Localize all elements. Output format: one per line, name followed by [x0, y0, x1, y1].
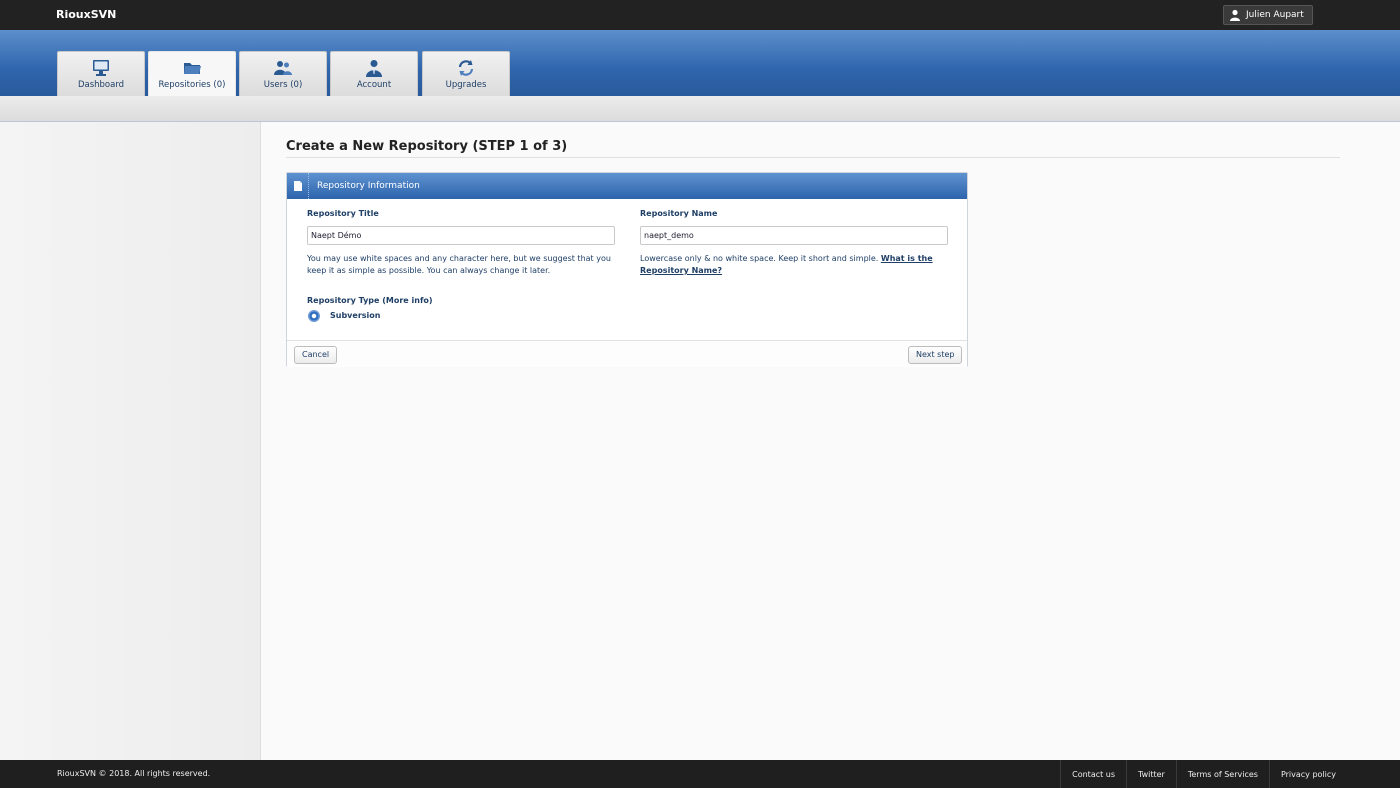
brand-logo[interactable]: RiouxSVN	[56, 8, 116, 21]
copyright: RiouxSVN © 2018. All rights reserved.	[57, 769, 211, 778]
panel-footer: Cancel Next step	[287, 340, 967, 367]
refresh-icon	[458, 60, 474, 76]
footer-link-privacy[interactable]: Privacy policy	[1268, 760, 1347, 788]
tab-label: Upgrades	[445, 80, 487, 90]
subversion-radio[interactable]	[308, 310, 320, 322]
monitor-icon	[93, 60, 109, 76]
repo-type-label[interactable]: Repository Type (More info)	[307, 296, 433, 305]
tab-users[interactable]: Users (0)	[239, 51, 327, 96]
repo-name-input[interactable]: naept_demo	[640, 226, 948, 245]
sidebar	[0, 122, 261, 760]
next-step-button[interactable]: Next step	[908, 346, 963, 364]
title-divider	[286, 157, 1340, 158]
repo-name-label: Repository Name	[640, 209, 718, 218]
footer-links: Contact us Twitter Terms of Services Pri…	[1060, 760, 1347, 788]
account-icon	[366, 60, 382, 77]
tab-dashboard[interactable]: Dashboard	[57, 51, 145, 96]
footer-link-twitter[interactable]: Twitter	[1126, 760, 1176, 788]
tab-label: Users (0)	[263, 80, 303, 90]
subversion-label: Subversion	[330, 311, 381, 320]
folder-icon	[184, 63, 201, 74]
footer-link-terms[interactable]: Terms of Services	[1175, 760, 1269, 788]
repo-name-help: Lowercase only & no white space. Keep it…	[640, 254, 933, 275]
top-bar: RiouxSVN Julien Aupart	[0, 0, 1400, 30]
footer-link-contact[interactable]: Contact us	[1060, 760, 1126, 788]
repo-title-input[interactable]: Naept Démo	[307, 226, 615, 245]
tab-repositories[interactable]: Repositories (0)	[148, 51, 236, 96]
tab-label: Dashboard	[77, 80, 125, 90]
user-icon	[1230, 9, 1240, 21]
user-menu-button[interactable]: Julien Aupart	[1223, 5, 1313, 25]
page-title: Create a New Repository (STEP 1 of 3)	[286, 139, 568, 154]
tab-label: Account	[356, 80, 392, 90]
user-name: Julien Aupart	[1246, 10, 1304, 20]
sub-navbar	[0, 96, 1400, 122]
users-icon	[274, 61, 292, 75]
repo-title-help: You may use white spaces and any charact…	[307, 254, 611, 275]
repository-info-panel: Repository Information Repository Title …	[286, 172, 968, 367]
cancel-button[interactable]: Cancel	[294, 346, 338, 364]
tab-upgrades[interactable]: Upgrades	[422, 51, 510, 96]
repo-title-label: Repository Title	[307, 209, 379, 218]
tab-label: Repositories (0)	[158, 80, 226, 90]
main-nav: Dashboard Repositories (0) Users (0) Acc…	[0, 30, 1400, 96]
tab-account[interactable]: Account	[330, 51, 418, 96]
panel-title: Repository Information	[317, 181, 420, 191]
footer: RiouxSVN © 2018. All rights reserved. Co…	[0, 760, 1400, 788]
panel-header: Repository Information	[287, 173, 967, 199]
document-icon	[293, 181, 302, 191]
